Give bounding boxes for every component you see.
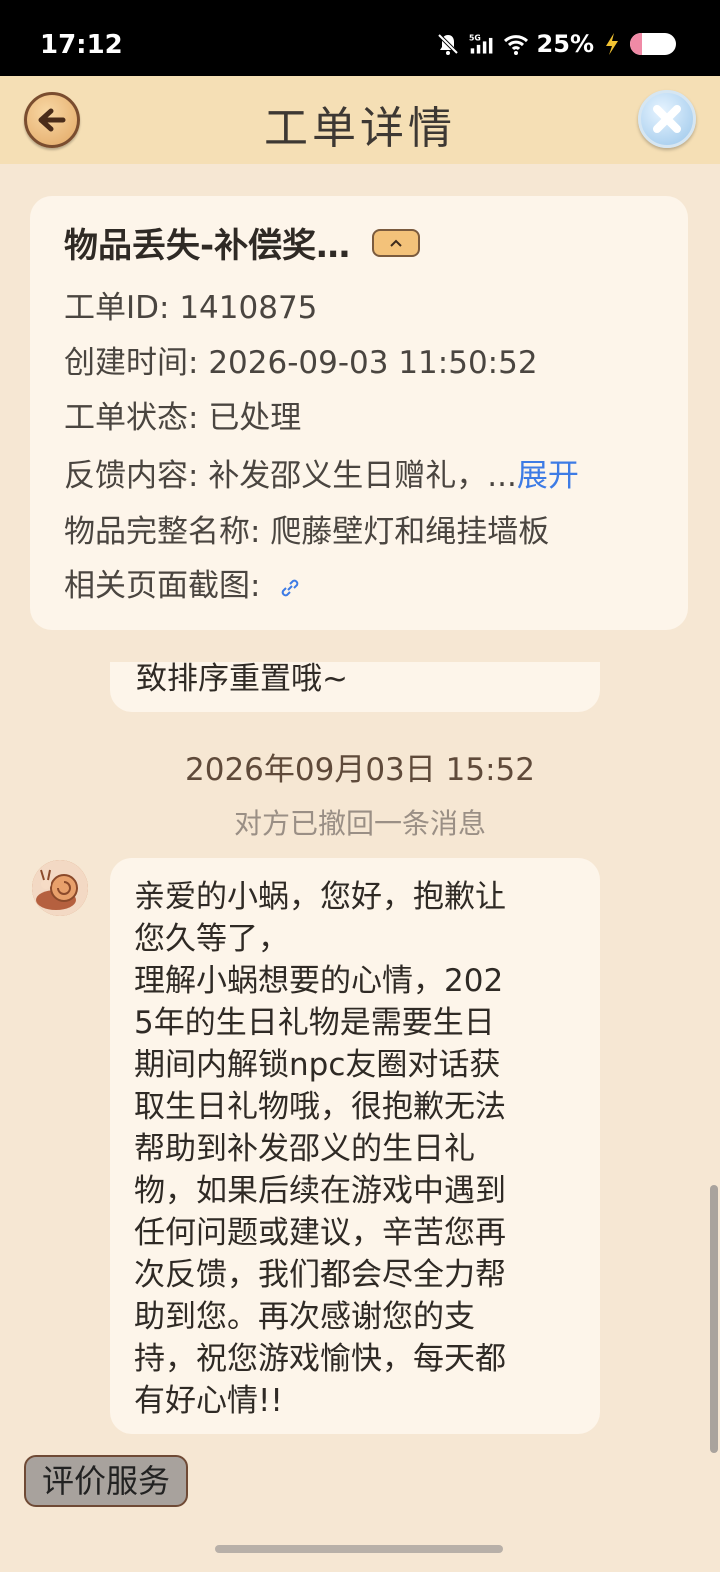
expand-link[interactable]: 展开	[517, 458, 579, 494]
message-line: 有好心情!!	[134, 1383, 283, 1419]
message-line: 取生日礼物哦，很抱歉无法	[134, 1089, 506, 1125]
ticket-id-label: 工单ID:	[64, 290, 170, 326]
message-line: 理解小蜗想要的心情，202	[134, 963, 504, 999]
item-name-row: 物品完整名称: 爬藤壁灯和绳挂墙板	[64, 506, 549, 551]
battery-percent: 25%	[536, 30, 594, 58]
status-time: 17:12	[40, 30, 123, 60]
recall-notice: 对方已撤回一条消息	[233, 807, 486, 840]
svg-text:5G: 5G	[469, 34, 481, 43]
previous-bubble-text: 致排序重置哦~	[136, 661, 348, 697]
ticket-title: 物品丢失-补偿奖…	[64, 226, 351, 266]
card-spacer	[0, 630, 720, 662]
message-line: 助到您。再次感谢您的支	[134, 1299, 475, 1335]
message-line: 持，祝您游戏愉快，每天都	[134, 1341, 506, 1377]
chat-timestamp: 2026年09月03日 15:52	[185, 752, 535, 788]
status-bar: 17:12 5G 25%	[0, 0, 720, 76]
link-icon[interactable]	[278, 576, 302, 600]
message-line: 亲爱的小蜗，您好，抱歉让	[134, 879, 506, 915]
message-line: 期间内解锁npc友圈对话获	[134, 1047, 501, 1083]
message-line: 您久等了，	[134, 921, 289, 957]
page-title: 工单详情	[264, 103, 456, 154]
ticket-title-row: 物品丢失-补偿奖…	[64, 218, 421, 267]
screenshot-label: 相关页面截图:	[64, 568, 261, 604]
avatar[interactable]	[32, 860, 88, 916]
wifi-icon	[503, 35, 528, 55]
close-button[interactable]	[638, 90, 696, 148]
collapse-button[interactable]	[372, 228, 421, 257]
item-name-value: 爬藤壁灯和绳挂墙板	[270, 514, 550, 550]
message-line: 5年的生日礼物是需要生日	[134, 1005, 495, 1041]
charging-icon	[606, 33, 618, 55]
chat-bubble-message: 亲爱的小蜗，您好，抱歉让 您久等了， 理解小蜗想要的心情，202 5年的生日礼物是需要…	[110, 858, 600, 1434]
mute-bell-icon	[437, 33, 458, 55]
ticket-status-label: 工单状态:	[64, 400, 199, 436]
message-line: 次反馈，我们都会尽全力帮	[134, 1257, 506, 1293]
close-icon	[653, 105, 681, 133]
snail-avatar-icon	[32, 860, 88, 916]
rate-service-button[interactable]: 评价服务	[24, 1455, 188, 1507]
message-line: 物，如果后续在游戏中遇到	[134, 1173, 506, 1209]
created-time-label: 创建时间:	[64, 345, 199, 381]
screenshot-row: 相关页面截图:	[64, 560, 302, 605]
ticket-id-value: 1410875	[179, 290, 318, 326]
ticket-info-card: 物品丢失-补偿奖… 工单ID: 1410875 创建时间: 2026-09-03…	[30, 196, 688, 630]
scrollbar[interactable]	[710, 1185, 718, 1453]
ticket-status-row: 工单状态: 已处理	[64, 392, 301, 437]
item-name-label: 物品完整名称:	[64, 514, 261, 550]
feedback-row: 反馈内容: 补发邵义生日赠礼，...展开	[64, 450, 579, 495]
message-line: 帮助到补发邵义的生日礼	[134, 1131, 475, 1167]
message-line: 任何问题或建议，辛苦您再	[134, 1215, 506, 1251]
feedback-value: 补发邵义生日赠礼，...	[208, 458, 517, 494]
chevron-up-icon	[390, 239, 402, 247]
5g-signal-icon: 5G	[469, 34, 492, 54]
created-time-value: 2026-09-03 11:50:52	[208, 345, 538, 381]
feedback-label: 反馈内容:	[64, 458, 199, 494]
created-time-row: 创建时间: 2026-09-03 11:50:52	[64, 337, 538, 382]
battery-icon	[630, 33, 676, 55]
header: 工单详情	[0, 76, 720, 164]
status-icons: 5G 25%	[435, 30, 676, 58]
ticket-id-row: 工单ID: 1410875	[64, 282, 317, 327]
ticket-status-value: 已处理	[208, 400, 302, 436]
message-text: 亲爱的小蜗，您好，抱歉让 您久等了， 理解小蜗想要的心情，202 5年的生日礼物是需要…	[134, 876, 576, 1422]
home-indicator[interactable]	[215, 1545, 503, 1553]
